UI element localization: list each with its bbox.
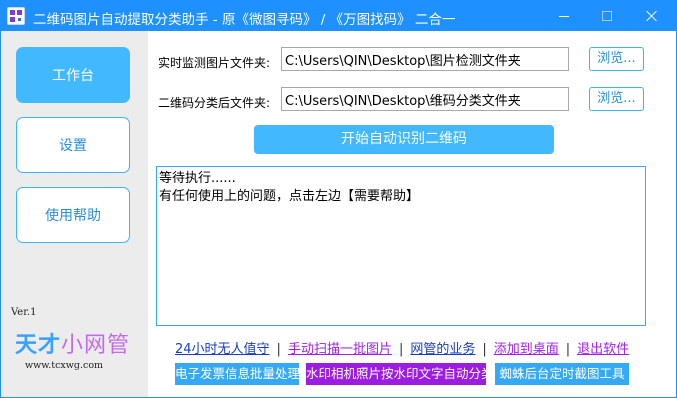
- footer-links: 24小时无人值守 | 手动扫描一批图片 | 网管的业务 | 添加到桌面 | 退出软件: [175, 342, 630, 357]
- title-bar: 二维码图片自动提取分类助手 - 原《微图寻码》 / 《万图找码》 二合一: [1, 1, 676, 31]
- window-title: 二维码图片自动提取分类助手 - 原《微图寻码》 / 《万图找码》 二合一: [33, 12, 456, 28]
- brand-accent-text: 小网管: [61, 333, 131, 358]
- maximize-button[interactable]: [585, 1, 629, 31]
- log-output[interactable]: 等待执行...... 有任何使用上的问题，点击左边【需要帮助】: [156, 166, 646, 326]
- log-line: 有任何使用上的问题，点击左边【需要帮助】: [159, 189, 420, 204]
- link-business[interactable]: 网管的业务: [410, 342, 475, 357]
- link-exit[interactable]: 退出软件: [577, 342, 629, 357]
- promo-invoice-tool[interactable]: 电子发票信息批量处理: [175, 363, 299, 385]
- monitor-folder-label: 实时监测图片文件夹:: [158, 56, 271, 70]
- app-window: 二维码图片自动提取分类助手 - 原《微图寻码》 / 《万图找码》 二合一 工作台…: [0, 0, 677, 398]
- promo-screenshot-tool[interactable]: 蜘蛛后台定时截图工具: [495, 363, 629, 385]
- sidebar-item-help[interactable]: 使用帮助: [16, 187, 130, 243]
- sidebar: 工作台 设置 使用帮助 Ver.1 天才小网管 www.tcxwg.com: [1, 31, 148, 397]
- link-add-to-desktop[interactable]: 添加到桌面: [494, 342, 559, 357]
- log-line: 等待执行......: [159, 171, 236, 186]
- app-icon: [7, 7, 25, 25]
- output-folder-input[interactable]: [281, 87, 569, 111]
- brand-logo: 天才小网管: [15, 327, 130, 359]
- output-folder-label: 二维码分类后文件夹:: [158, 96, 271, 110]
- brand-main-text: 天才: [15, 333, 62, 358]
- link-manual-scan[interactable]: 手动扫描一批图片: [288, 342, 392, 357]
- promo-watermark-camera-tool[interactable]: 水印相机照片按水印文字自动分类: [306, 363, 486, 385]
- close-button[interactable]: [630, 1, 674, 31]
- browse-monitor-button[interactable]: 浏览...: [589, 47, 644, 71]
- brand-url: www.tcxwg.com: [25, 360, 104, 371]
- monitor-folder-input[interactable]: [281, 47, 569, 71]
- browse-output-button[interactable]: 浏览...: [589, 87, 644, 111]
- link-unattended[interactable]: 24小时无人值守: [175, 342, 270, 357]
- sidebar-item-workbench[interactable]: 工作台: [16, 47, 130, 103]
- minimize-button[interactable]: [542, 1, 586, 31]
- start-recognition-button[interactable]: 开始自动识别二维码: [254, 125, 554, 154]
- sidebar-item-settings[interactable]: 设置: [16, 117, 130, 173]
- version-label: Ver.1: [11, 307, 37, 318]
